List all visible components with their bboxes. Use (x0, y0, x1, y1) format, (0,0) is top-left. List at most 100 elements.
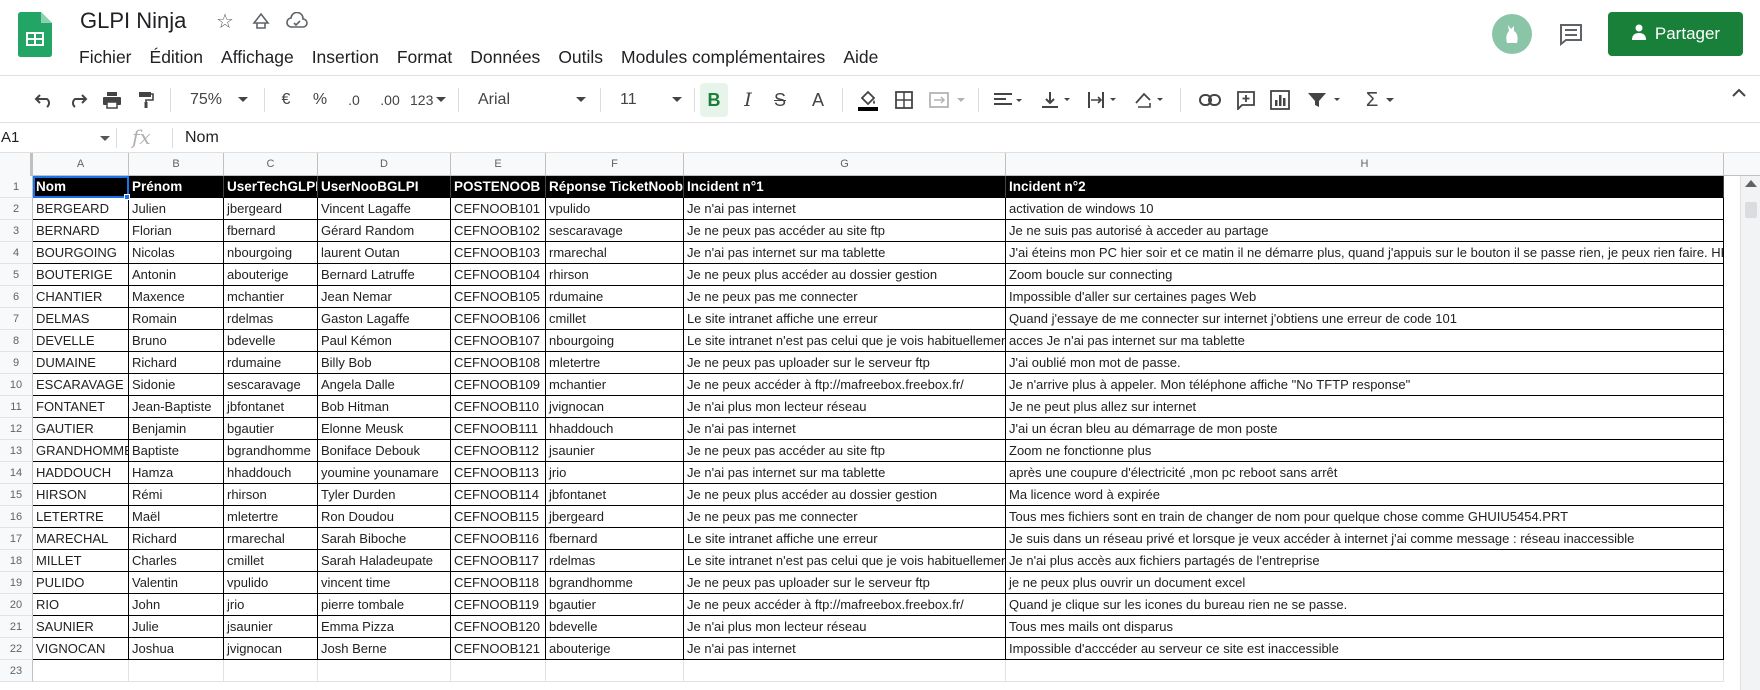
cell[interactable]: HIRSON (33, 484, 129, 506)
cell[interactable]: Joshua (129, 638, 224, 660)
cell[interactable]: Je ne peux pas accéder au site ftp (684, 220, 1006, 242)
fill-color-icon[interactable] (854, 83, 882, 117)
cell[interactable]: Le site intranet affiche une erreur (684, 308, 1006, 330)
row-header[interactable]: 19 (0, 572, 33, 594)
row-header[interactable]: 21 (0, 616, 33, 638)
menu-donnees[interactable]: Données (461, 42, 549, 74)
cell[interactable]: Josh Berne (318, 638, 451, 660)
italic-button[interactable]: I (736, 83, 760, 117)
cell[interactable]: Le site intranet affiche une erreur (684, 528, 1006, 550)
cell[interactable]: CEFNOOB104 (451, 264, 546, 286)
cell[interactable]: bgautier (546, 594, 684, 616)
cell[interactable]: jrio (224, 594, 318, 616)
row-header[interactable]: 3 (0, 220, 33, 242)
cell[interactable]: Je n'ai plus accès aux fichiers partagés… (1006, 550, 1724, 572)
cell[interactable]: Antonin (129, 264, 224, 286)
name-box[interactable]: A1 (0, 123, 116, 153)
cell[interactable]: CEFNOOB101 (451, 198, 546, 220)
cell[interactable]: Florian (129, 220, 224, 242)
cell[interactable]: Maël (129, 506, 224, 528)
link-icon[interactable] (1196, 83, 1224, 117)
cell[interactable]: après une coupure d'électricité ,mon pc … (1006, 462, 1724, 484)
header-cell[interactable]: POSTENOOB (451, 176, 546, 198)
cell[interactable] (684, 660, 1006, 682)
column-header-h[interactable]: H (1006, 153, 1724, 176)
cell[interactable]: Tous mes fichiers sont en train de chang… (1006, 506, 1724, 528)
cell[interactable]: CEFNOOB117 (451, 550, 546, 572)
cell[interactable]: Bernard Latruffe (318, 264, 451, 286)
row-header[interactable]: 11 (0, 396, 33, 418)
cell[interactable]: mletertre (546, 352, 684, 374)
row-header[interactable]: 14 (0, 462, 33, 484)
cell[interactable]: John (129, 594, 224, 616)
cell[interactable]: CEFNOOB113 (451, 462, 546, 484)
menu-modules[interactable]: Modules complémentaires (612, 42, 834, 74)
cell[interactable]: rdumaine (546, 286, 684, 308)
cell[interactable]: CEFNOOB120 (451, 616, 546, 638)
cell[interactable]: jbfontanet (546, 484, 684, 506)
cell[interactable]: nbourgoing (224, 242, 318, 264)
row-header[interactable]: 5 (0, 264, 33, 286)
cell[interactable]: fbernard (546, 528, 684, 550)
functions-button[interactable]: Σ (1358, 83, 1402, 117)
menu-affichage[interactable]: Affichage (212, 42, 303, 74)
header-cell[interactable]: Incident n°1 (684, 176, 1006, 198)
cell[interactable]: mchantier (224, 286, 318, 308)
cell[interactable]: jrio (546, 462, 684, 484)
column-header-c[interactable]: C (224, 153, 318, 176)
cell[interactable]: Je ne peux pas me connecter (684, 506, 1006, 528)
cell[interactable]: CEFNOOB110 (451, 396, 546, 418)
cell[interactable]: sescaravage (546, 220, 684, 242)
row-header[interactable]: 6 (0, 286, 33, 308)
cell[interactable]: vincent time (318, 572, 451, 594)
cell[interactable]: Tous mes mails ont disparus (1006, 616, 1724, 638)
cell[interactable]: jvignocan (224, 638, 318, 660)
cell[interactable]: Gérard Random (318, 220, 451, 242)
cell[interactable]: J'ai un écran bleu au démarrage de mon p… (1006, 418, 1724, 440)
cell[interactable]: Romain (129, 308, 224, 330)
cell[interactable]: Valentin (129, 572, 224, 594)
avatar[interactable] (1492, 14, 1532, 54)
scroll-up-icon[interactable] (1745, 180, 1757, 187)
cell[interactable]: Maxence (129, 286, 224, 308)
cell[interactable]: CEFNOOB107 (451, 330, 546, 352)
cell[interactable]: Impossible d'aller sur certaines pages W… (1006, 286, 1724, 308)
cell[interactable]: Rémi (129, 484, 224, 506)
bold-button[interactable]: B (700, 83, 728, 117)
merge-icon[interactable] (926, 83, 968, 117)
cell[interactable]: Sarah Biboche (318, 528, 451, 550)
cell[interactable]: Je n'ai pas internet sur ma tablette (684, 242, 1006, 264)
cell[interactable]: jsaunier (224, 616, 318, 638)
cell[interactable]: bdevelle (224, 330, 318, 352)
cell[interactable]: rmarechal (546, 242, 684, 264)
cell[interactable]: jbfontanet (224, 396, 318, 418)
sheets-logo-icon[interactable] (18, 12, 52, 57)
cell[interactable]: rdumaine (224, 352, 318, 374)
cell[interactable]: cmillet (546, 308, 684, 330)
cell[interactable]: Julien (129, 198, 224, 220)
cell[interactable]: rdelmas (224, 308, 318, 330)
cell[interactable]: Je n'ai pas internet (684, 418, 1006, 440)
cell[interactable]: CEFNOOB119 (451, 594, 546, 616)
row-header[interactable]: 7 (0, 308, 33, 330)
cell[interactable]: rhirson (546, 264, 684, 286)
cell[interactable]: rmarechal (224, 528, 318, 550)
header-cell[interactable]: UserTechGLPI (224, 176, 318, 198)
cell[interactable]: PULIDO (33, 572, 129, 594)
more-formats-select[interactable]: 123 (408, 83, 450, 117)
text-rotate-icon[interactable] (1128, 83, 1170, 117)
cell[interactable]: Elonne Meusk (318, 418, 451, 440)
row-header[interactable]: 8 (0, 330, 33, 352)
header-cell[interactable]: Incident n°2 (1006, 176, 1724, 198)
cell[interactable]: Impossible d'acccéder au serveur ce site… (1006, 638, 1724, 660)
cell[interactable]: Emma Pizza (318, 616, 451, 638)
cell[interactable]: je ne peux plus ouvrir un document excel (1006, 572, 1724, 594)
cell[interactable]: jbergeard (546, 506, 684, 528)
increase-decimal-button[interactable]: .00 (374, 83, 406, 117)
cell[interactable]: GRANDHOMME (33, 440, 129, 462)
cell[interactable] (129, 660, 224, 682)
menu-insertion[interactable]: Insertion (303, 42, 388, 74)
paint-format-icon[interactable] (132, 83, 160, 117)
share-button[interactable]: Partager (1608, 12, 1743, 56)
menu-fichier[interactable]: Fichier (70, 42, 141, 74)
